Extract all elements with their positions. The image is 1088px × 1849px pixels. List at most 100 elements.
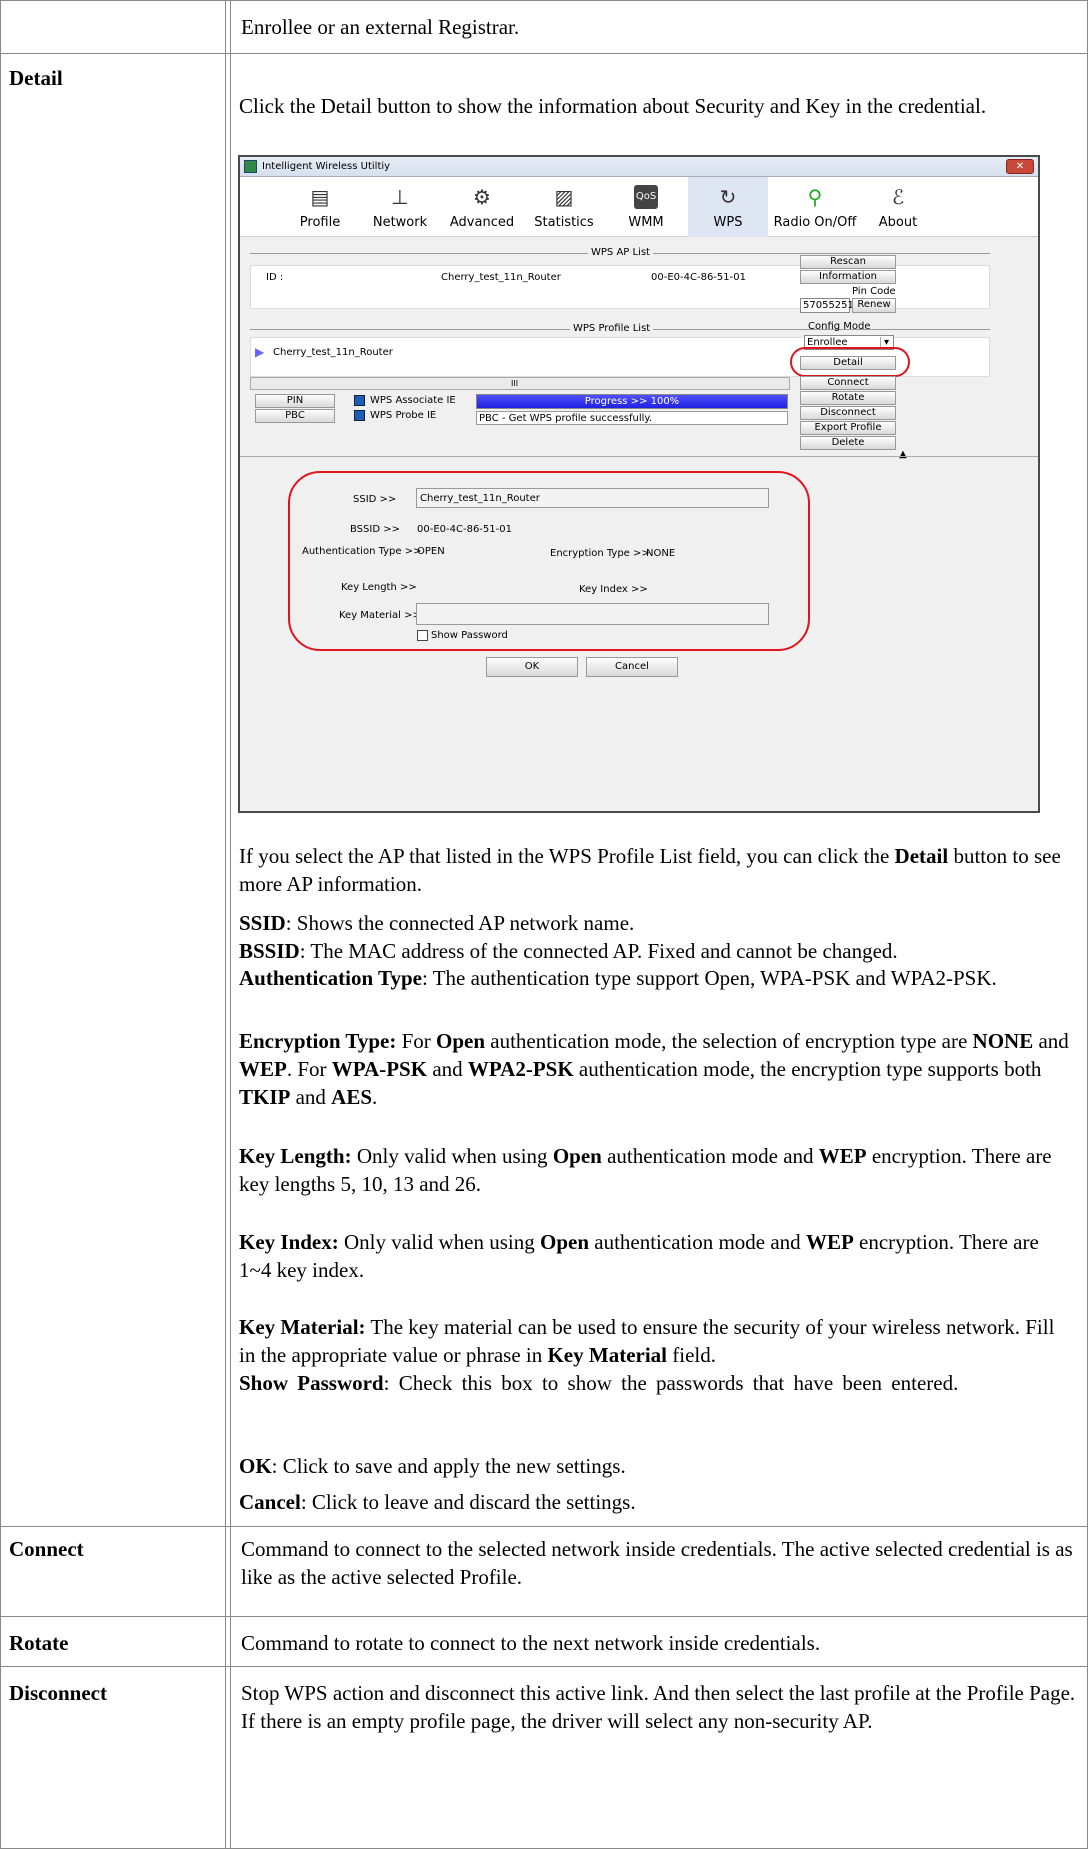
- profile-name: Cherry_test_11n_Router: [273, 347, 393, 358]
- tab-label: Profile: [299, 215, 341, 230]
- ssid-value: Cherry_test_11n_Router: [420, 493, 540, 504]
- collapse-arrow-icon[interactable]: ▲: [886, 449, 920, 460]
- registrar-text: Enrollee or an external Registrar.: [241, 15, 520, 39]
- gear-icon: ⚙: [473, 185, 491, 209]
- encryption-desc: Encryption Type: For Open authentication…: [239, 1027, 1069, 1111]
- key-material-desc: Key Material: The key material can be us…: [239, 1313, 1059, 1369]
- term: WEP: [805, 1230, 854, 1254]
- term: WEP: [239, 1057, 287, 1081]
- cancel-button[interactable]: Cancel: [586, 657, 678, 677]
- progress-fill: Progress >> 100%: [477, 395, 787, 408]
- detail-highlight: [790, 347, 910, 377]
- ok-button[interactable]: OK: [486, 657, 578, 677]
- disconnect-text: Stop WPS action and disconnect this acti…: [241, 1681, 1076, 1733]
- bssid-desc: BSSID: The MAC address of the connected …: [239, 937, 1069, 965]
- row-label-cell: Rotate: [1, 1617, 226, 1666]
- para-text: authentication mode, the encryption type…: [573, 1057, 1042, 1081]
- rotate-text: Command to rotate to connect to the next…: [241, 1631, 821, 1655]
- tab-wmm[interactable]: QoS WMM: [606, 177, 686, 237]
- close-button[interactable]: ✕: [1006, 159, 1034, 174]
- para-text: .: [372, 1085, 378, 1109]
- profile-list-title: WPS Profile List: [570, 323, 654, 335]
- pin-code-field[interactable]: 57055251: [800, 298, 854, 313]
- tab-network[interactable]: ⊥ Network: [360, 177, 440, 237]
- show-password-desc: Show Password: Check this box to show th…: [239, 1369, 1069, 1397]
- term: Key Material: [547, 1343, 667, 1367]
- pbc-button[interactable]: PBC: [255, 409, 335, 423]
- wps-associate-label: WPS Associate IE: [370, 395, 456, 406]
- term: Authentication Type: [239, 966, 422, 990]
- connect-text: Command to connect to the selected netwo…: [241, 1537, 1073, 1589]
- show-password-label: Show Password: [431, 630, 508, 641]
- encryption-type-value: NONE: [646, 548, 676, 559]
- title-bar: Intelligent Wireless Utiltiy ✕: [240, 157, 1038, 177]
- tab-label: Statistics: [534, 215, 594, 230]
- selected-arrow-icon: ▶: [255, 345, 265, 359]
- row-desc-cell: Stop WPS action and disconnect this acti…: [230, 1667, 1087, 1848]
- tab-profile[interactable]: ▤ Profile: [280, 177, 360, 237]
- pin-button[interactable]: PIN: [255, 394, 335, 408]
- detail-divider: [240, 456, 1038, 457]
- rotate-button[interactable]: Rotate: [800, 391, 896, 405]
- progress-bar: Progress >> 100%: [476, 394, 788, 409]
- row-label-cell: Connect: [1, 1527, 226, 1616]
- ap-list-title: WPS AP List: [588, 247, 653, 259]
- show-password-checkbox[interactable]: [417, 630, 428, 641]
- wmm-icon: QoS: [634, 185, 658, 209]
- key-index-desc: Key Index: Only valid when using Open au…: [239, 1228, 1059, 1284]
- config-mode-label: Config Mode: [808, 321, 871, 332]
- para-text: If you select the AP that listed in the …: [239, 844, 895, 868]
- export-profile-button[interactable]: Export Profile: [800, 421, 896, 435]
- bssid-value: 00-E0-4C-86-51-01: [417, 524, 512, 535]
- para-text: For: [396, 1029, 437, 1053]
- status-field: PBC - Get WPS profile successfully.: [476, 411, 788, 425]
- tab-label: Network: [372, 215, 428, 230]
- para-text: field.: [667, 1343, 716, 1367]
- para-text: : Click to save and apply the new settin…: [271, 1454, 626, 1478]
- ap-id-label: ID :: [266, 272, 284, 283]
- row-label-cell: [1, 1, 226, 53]
- cancel-desc: Cancel: Click to leave and discard the s…: [239, 1488, 1069, 1516]
- para-text: authentication mode and: [589, 1230, 806, 1254]
- key-material-label: Key Material >>: [339, 610, 421, 621]
- term: WEP: [818, 1144, 867, 1168]
- para-text: : The MAC address of the connected AP. F…: [299, 939, 898, 963]
- wps-probe-label: WPS Probe IE: [370, 410, 437, 421]
- delete-button[interactable]: Delete: [800, 436, 896, 450]
- scrollbar-grip: III: [511, 379, 519, 388]
- ssid-field: Cherry_test_11n_Router: [416, 488, 769, 508]
- pin-code-value: 57055251: [803, 300, 854, 311]
- wps-associate-checkbox[interactable]: [354, 395, 365, 406]
- term: Open: [436, 1029, 486, 1053]
- horizontal-scrollbar[interactable]: III: [250, 377, 790, 390]
- rescan-button[interactable]: Rescan: [800, 255, 896, 269]
- tab-label: Radio On/Off: [773, 215, 857, 230]
- disconnect-button[interactable]: Disconnect: [800, 406, 896, 420]
- connect-button[interactable]: Connect: [800, 376, 896, 390]
- tab-statistics[interactable]: ▨ Statistics: [524, 177, 604, 237]
- utility-window: Intelligent Wireless Utiltiy ✕ ▤ Profile …: [238, 155, 1040, 813]
- tab-wps[interactable]: ↻ WPS: [688, 177, 768, 237]
- row-label-cell: Disconnect: [1, 1667, 226, 1848]
- tab-radio[interactable]: ⚲ Radio On/Off: [770, 177, 860, 237]
- para-text: . For: [286, 1057, 332, 1081]
- row-rotate: Rotate Command to rotate to connect to t…: [0, 1617, 1088, 1667]
- key-material-field[interactable]: [416, 603, 769, 625]
- tab-about[interactable]: ℰ About: [858, 177, 938, 237]
- term: TKIP: [239, 1085, 291, 1109]
- row-desc-cell: Command to connect to the selected netwo…: [230, 1527, 1087, 1616]
- auth-type-label: Authentication Type >>: [302, 546, 422, 557]
- disconnect-label: Disconnect: [9, 1681, 107, 1705]
- tab-advanced[interactable]: ⚙ Advanced: [442, 177, 522, 237]
- wps-probe-checkbox[interactable]: [354, 410, 365, 421]
- renew-button[interactable]: Renew: [852, 298, 896, 313]
- para-text: authentication mode and: [601, 1144, 819, 1168]
- profile-icon: ▤: [310, 185, 330, 209]
- ap-mac: 00-E0-4C-86-51-01: [651, 272, 746, 283]
- row-registrar: Enrollee or an external Registrar.: [0, 0, 1088, 54]
- term: AES: [331, 1085, 373, 1109]
- ap-name: Cherry_test_11n_Router: [441, 272, 561, 283]
- information-button[interactable]: Information: [800, 270, 896, 284]
- app-icon: [244, 160, 257, 173]
- ssid-desc: SSID: Shows the connected AP network nam…: [239, 909, 1069, 937]
